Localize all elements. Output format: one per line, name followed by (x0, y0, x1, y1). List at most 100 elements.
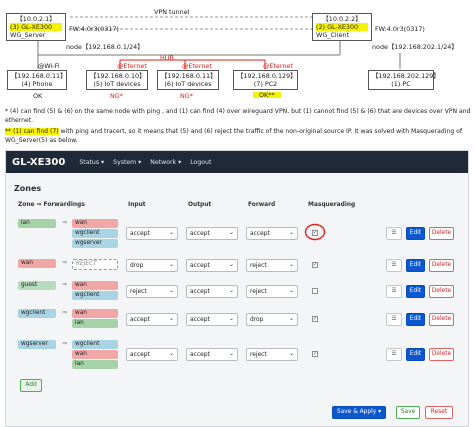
save-apply-dropdown-icon: ▾ (378, 409, 382, 415)
chevron-down-icon: ⌄ (168, 229, 174, 236)
select-value: reject (250, 263, 267, 269)
zone-name: wgserver (18, 340, 56, 349)
fwd-wgclient: wgclient (72, 291, 118, 300)
select-value: accept (190, 352, 210, 358)
device-name: (5) IoT devices (93, 80, 141, 88)
note-2-highlight: ** (1) can find (7) (5, 128, 59, 136)
output-select[interactable]: accept ⌄ (186, 259, 238, 272)
forward-select[interactable]: reject ⌄ (246, 285, 298, 298)
delete-button[interactable]: Delete (429, 285, 454, 298)
chevron-down-icon: ⌄ (288, 315, 294, 322)
server-fw: FW:4.0r3(0317) (69, 25, 119, 33)
drag-handle[interactable]: ☰ (386, 313, 402, 326)
drag-handle[interactable]: ☰ (386, 227, 402, 240)
input-select[interactable]: drop ⌄ (126, 259, 178, 272)
server-ip: 【10.0.2.1】 (16, 15, 56, 23)
chevron-down-icon: ⌄ (228, 261, 234, 268)
device-name: (1) PC (391, 80, 411, 88)
drag-handle[interactable]: ☰ (386, 348, 402, 361)
device-status: NG* (180, 92, 193, 100)
output-select[interactable]: accept ⌄ (186, 227, 238, 240)
save-apply-button[interactable]: Save & Apply ▾ (332, 406, 386, 419)
zone-name: wan (18, 259, 56, 268)
reset-button[interactable]: Reset (425, 406, 453, 419)
drag-handle[interactable]: ☰ (386, 259, 402, 272)
zone-row-wan: wan ⇒ REJECT drop ⌄ accept ⌄ reject ⌄ ✓ ☰ E… (14, 257, 464, 275)
edit-button[interactable]: Edit (406, 313, 425, 326)
fwd-wan: wan (72, 309, 118, 318)
forward-select[interactable]: reject ⌄ (246, 259, 298, 272)
select-value: accept (190, 317, 210, 323)
masq-checkbox[interactable]: ✓ (312, 351, 318, 357)
device-ip: 【192.168.0.11】 (161, 72, 217, 80)
masq-checkbox[interactable]: ✓ (312, 262, 318, 268)
zone-name: guest (18, 281, 56, 290)
select-value: accept (130, 317, 150, 323)
forward-select[interactable]: reject ⌄ (246, 348, 298, 361)
node-right: node【192.168.202.1/24】 (372, 43, 458, 51)
output-select[interactable]: accept ⌄ (186, 313, 238, 326)
col-masq: Masquerading (308, 202, 356, 208)
eth2-label: @Eternet (182, 62, 212, 70)
fwd-reject: REJECT (72, 259, 118, 270)
forward-select[interactable]: accept ⌄ (246, 227, 298, 240)
device-ip: 【192.168.0.129】 (237, 72, 297, 80)
zone-name: wgclient (18, 309, 56, 318)
delete-button[interactable]: Delete (429, 313, 454, 326)
device-status: OK** (253, 92, 281, 98)
select-value: drop (130, 263, 144, 269)
chevron-down-icon: ⌄ (288, 350, 294, 357)
fwd-wgserver: wgserver (72, 239, 118, 248)
brand-logo[interactable]: GL-XE300 (12, 157, 65, 168)
fwd-wan: wan (72, 350, 118, 359)
add-zone-button[interactable]: Add (20, 379, 42, 392)
note-1: * (4) can find (5) & (6) on the same nod… (5, 108, 471, 124)
input-select[interactable]: accept ⌄ (126, 348, 178, 361)
nav-logout[interactable]: Logout (190, 159, 211, 166)
chevron-down-icon: ⌄ (228, 315, 234, 322)
delete-button[interactable]: Delete (429, 259, 454, 272)
client-tag: WG_Client (316, 31, 349, 39)
delete-button[interactable]: Delete (429, 348, 454, 361)
drag-handle[interactable]: ☰ (386, 285, 402, 298)
highlight-circle (304, 223, 326, 241)
top-navbar: GL-XE300 Status ▾ System ▾ Network ▾ Log… (6, 151, 468, 173)
input-select[interactable]: accept ⌄ (126, 227, 178, 240)
eth3-label: @Eternet (263, 62, 293, 70)
output-select[interactable]: accept ⌄ (186, 348, 238, 361)
firewall-app: GL-XE300 Status ▾ System ▾ Network ▾ Log… (5, 150, 469, 427)
input-select[interactable]: accept ⌄ (126, 313, 178, 326)
forward-select[interactable]: drop ⌄ (246, 313, 298, 326)
col-forward: Forward (248, 202, 276, 208)
edit-button[interactable]: Edit (406, 348, 425, 361)
output-select[interactable]: accept ⌄ (186, 285, 238, 298)
select-value: accept (190, 289, 210, 295)
edit-button[interactable]: Edit (406, 285, 425, 298)
device-name: (6) IoT devices (164, 80, 212, 88)
device-iot-6: 【192.168.0.11】 (6) IoT devices (157, 70, 219, 90)
input-select[interactable]: reject ⌄ (126, 285, 178, 298)
forward-arrow: ⇒ (62, 219, 68, 226)
vpn-tunnel-label: VPN tunnel (154, 8, 190, 16)
nav-network[interactable]: Network ▾ (150, 159, 181, 166)
chevron-down-icon: ⌄ (168, 350, 174, 357)
select-value: reject (130, 289, 147, 295)
zone-row-wgclient: wgclient ⇒ wan lan accept ⌄ accept ⌄ drop ⌄… (14, 309, 464, 333)
device-status: NG* (110, 92, 123, 100)
select-value: accept (250, 231, 270, 237)
nav-system[interactable]: System ▾ (113, 159, 141, 166)
zones-title: Zones (14, 184, 42, 193)
delete-button[interactable]: Delete (429, 227, 454, 240)
chevron-down-icon: ⌄ (288, 261, 294, 268)
device-pc1: 【192.168.202.129】 (1) PC (368, 70, 440, 90)
nav-status[interactable]: Status ▾ (79, 159, 104, 166)
chevron-down-icon: ⌄ (168, 287, 174, 294)
chevron-down-icon: ⌄ (288, 287, 294, 294)
edit-button[interactable]: Edit (406, 259, 425, 272)
client-name: (2) GL-XE300 (316, 23, 368, 31)
client-ip: 【10.0.2.2】 (322, 15, 362, 23)
edit-button[interactable]: Edit (406, 227, 425, 240)
masq-checkbox[interactable] (312, 288, 318, 294)
save-button[interactable]: Save (396, 406, 420, 419)
masq-checkbox[interactable]: ✓ (312, 316, 318, 322)
